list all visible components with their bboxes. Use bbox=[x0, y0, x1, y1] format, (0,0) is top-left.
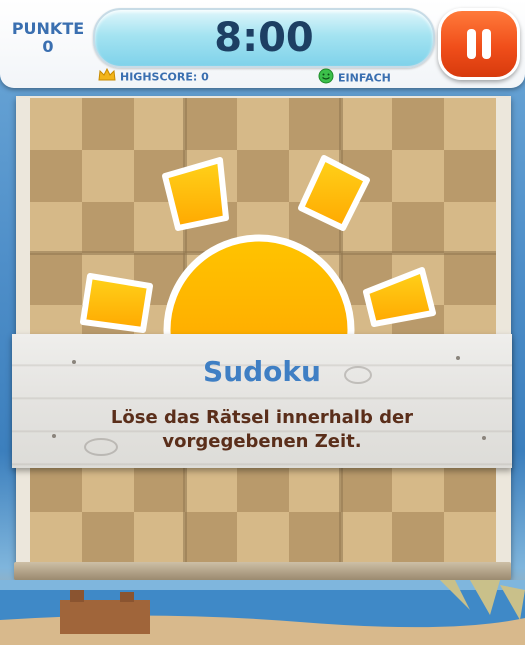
crown-icon bbox=[98, 67, 116, 87]
board-cell bbox=[133, 149, 186, 202]
pause-button[interactable] bbox=[438, 8, 520, 80]
board-cell bbox=[81, 201, 134, 254]
board-cell bbox=[340, 460, 393, 513]
board-cell bbox=[237, 149, 289, 202]
board-cell bbox=[340, 201, 393, 254]
board-cell bbox=[288, 460, 341, 513]
board-cell bbox=[30, 149, 82, 202]
highscore-label: HIGHSCORE: 0 bbox=[120, 70, 209, 84]
board-cell bbox=[185, 460, 238, 513]
board-cell bbox=[444, 201, 496, 254]
board-cell bbox=[444, 512, 496, 564]
box-divider bbox=[183, 98, 188, 564]
board-cell bbox=[185, 512, 238, 564]
board-cell bbox=[340, 149, 393, 202]
board-cell bbox=[392, 512, 445, 564]
board-cell bbox=[81, 98, 134, 150]
difficulty-label: EINFACH bbox=[338, 71, 391, 85]
board-cell bbox=[392, 149, 445, 202]
board-cell bbox=[288, 512, 341, 564]
timer-display: 8:00 bbox=[93, 8, 435, 68]
board-cell bbox=[444, 149, 496, 202]
board-cell bbox=[392, 98, 445, 150]
board-cell bbox=[392, 201, 445, 254]
board-cell bbox=[30, 512, 82, 564]
sudoku-board bbox=[30, 98, 496, 564]
board-cell bbox=[81, 149, 134, 202]
board-cell bbox=[30, 201, 82, 254]
board-cell bbox=[133, 253, 186, 306]
board-cell bbox=[444, 253, 496, 306]
board-cell bbox=[392, 460, 445, 513]
game-instruction: Löse das Rätsel innerhalb der vorgegeben… bbox=[110, 407, 414, 452]
difficulty: EINFACH bbox=[318, 68, 391, 85]
board-cell bbox=[444, 98, 496, 150]
board-cell bbox=[185, 149, 238, 202]
board-cell bbox=[133, 98, 186, 150]
board-cell bbox=[444, 460, 496, 513]
board-cell bbox=[185, 201, 238, 254]
board-cell bbox=[237, 253, 289, 306]
board-cell bbox=[133, 460, 186, 513]
smiley-icon bbox=[318, 68, 334, 89]
board-base bbox=[14, 562, 511, 580]
top-bar: PUNKTE 0 8:00 HIGHSCORE: 0 EINFACH bbox=[0, 0, 525, 88]
board-cell bbox=[340, 512, 393, 564]
board-cell bbox=[81, 512, 134, 564]
board-cell bbox=[81, 253, 134, 306]
timer-value: 8:00 bbox=[214, 15, 314, 61]
score-label: PUNKTE bbox=[11, 19, 85, 38]
board-cell bbox=[288, 98, 341, 150]
board-cell bbox=[185, 253, 238, 306]
board-cell bbox=[237, 201, 289, 254]
box-divider bbox=[338, 98, 343, 564]
board-cell bbox=[288, 149, 341, 202]
board-cell bbox=[133, 201, 186, 254]
board-cell bbox=[81, 460, 134, 513]
board-cell bbox=[237, 98, 289, 150]
highscore: HIGHSCORE: 0 bbox=[98, 67, 209, 87]
game-title: Sudoku bbox=[203, 355, 321, 388]
board-cell bbox=[288, 253, 341, 306]
beach-scenery bbox=[0, 580, 525, 645]
board-cell bbox=[30, 253, 82, 306]
board-cell bbox=[340, 98, 393, 150]
board-cell bbox=[237, 460, 289, 513]
board-cell bbox=[30, 460, 82, 513]
board-cell bbox=[392, 253, 445, 306]
score-value: 0 bbox=[42, 37, 54, 56]
board-cell bbox=[237, 512, 289, 564]
board-cell bbox=[288, 201, 341, 254]
board-cell bbox=[185, 98, 238, 150]
board-cell bbox=[30, 98, 82, 150]
board-cell bbox=[340, 253, 393, 306]
intro-banner: Sudoku Löse das Rätsel innerhalb der vor… bbox=[12, 334, 512, 468]
box-divider bbox=[30, 251, 496, 256]
board-cell bbox=[133, 512, 186, 564]
